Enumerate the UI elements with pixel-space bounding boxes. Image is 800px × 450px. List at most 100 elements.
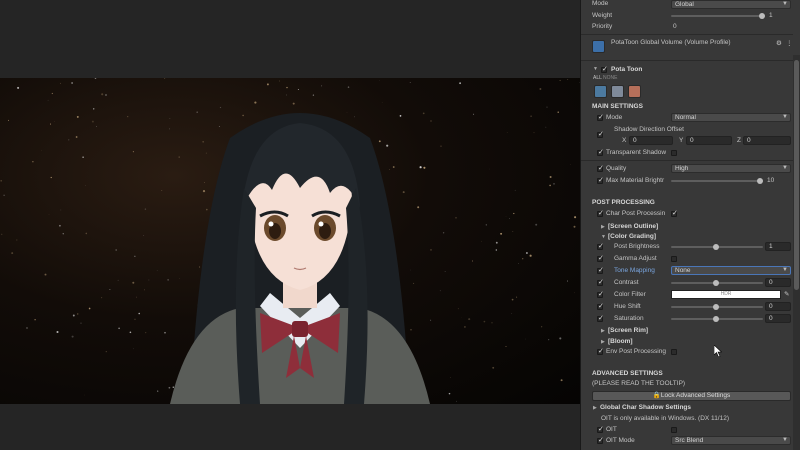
transparent-shadow-override-checkbox[interactable] [597, 148, 604, 156]
quality-override-checkbox[interactable] [597, 164, 604, 172]
star [511, 313, 513, 314]
main-mode-dropdown[interactable]: Normal ▼ [671, 113, 791, 122]
foldout-arrow-icon[interactable]: ▶ [601, 339, 605, 345]
quality-dropdown[interactable]: High ▼ [671, 164, 791, 173]
star [533, 132, 535, 134]
shadow-direction-label: Shadow Direction Offset [614, 126, 684, 133]
shadow-offset-override-checkbox[interactable] [597, 130, 604, 138]
star [509, 217, 510, 219]
max-brightness-value[interactable]: 10 [767, 177, 774, 184]
saturation-slider-handle[interactable] [713, 316, 719, 322]
image-icon[interactable] [611, 85, 624, 98]
game-letterbox-bottom [0, 404, 580, 450]
character-icon[interactable] [594, 85, 607, 98]
foldout-arrow-icon[interactable]: ▼ [601, 234, 606, 240]
star [109, 289, 111, 290]
ellipsis-icon[interactable]: ⋮ [786, 39, 793, 47]
eyedropper-icon[interactable]: ✎ [784, 290, 789, 298]
weight-slider-track[interactable] [671, 15, 763, 17]
transparent-shadow-checkbox[interactable] [671, 150, 677, 156]
weight-value[interactable]: 1 [769, 12, 773, 19]
contrast-value[interactable]: 0 [765, 278, 791, 287]
contrast-override-checkbox[interactable] [597, 278, 604, 286]
oit-mode-override-checkbox[interactable] [597, 436, 604, 444]
shadow-settings-foldout[interactable]: Global Char Shadow Settings [600, 404, 691, 411]
inspector-scrollbar-thumb[interactable] [794, 60, 799, 290]
screen-rim-foldout[interactable]: [Screen Rim] [608, 327, 648, 334]
z-field[interactable]: 0 [743, 136, 791, 145]
contrast-slider-handle[interactable] [713, 280, 719, 286]
oit-mode-dropdown[interactable]: Src Blend ▼ [671, 436, 791, 445]
foldout-arrow-icon[interactable]: ▶ [601, 328, 605, 334]
volume-mode-dropdown[interactable]: Global ▼ [671, 0, 791, 9]
post-brightness-override-checkbox[interactable] [597, 242, 604, 250]
settings-icon[interactable]: ⚙ [776, 39, 782, 47]
tone-mapping-label: Tone Mapping [614, 267, 655, 274]
tab-all[interactable]: ALL [593, 75, 602, 81]
color-filter-swatch[interactable]: HDR [671, 290, 781, 299]
hue-shift-override-checkbox[interactable] [597, 302, 604, 310]
max-brightness-slider-track[interactable] [671, 180, 763, 182]
star [492, 366, 495, 369]
saturation-override-checkbox[interactable] [597, 314, 604, 322]
main-settings-header: MAIN SETTINGS [592, 103, 643, 110]
star [574, 292, 575, 294]
max-brightness-slider-handle[interactable] [757, 178, 763, 184]
hue-shift-slider-handle[interactable] [713, 304, 719, 310]
char-post-checkbox[interactable] [671, 209, 678, 217]
screen-outline-foldout[interactable]: [Screen Outline] [608, 223, 658, 230]
star [553, 183, 555, 185]
mode-label: Mode [592, 0, 609, 7]
oit-checkbox[interactable] [671, 427, 677, 433]
inspector-panel: Mode Global ▼ Weight 1 Priority 0 PotaTo… [580, 0, 800, 450]
gamma-checkbox[interactable] [671, 256, 677, 262]
profile-object-field[interactable]: PotaToon Global Volume (Volume Profile) [611, 39, 731, 46]
star [76, 313, 79, 315]
chevron-down-icon: ▼ [782, 114, 788, 120]
star [68, 139, 70, 141]
sphere-icon[interactable] [628, 85, 641, 98]
star [567, 79, 569, 80]
x-field[interactable]: 0 [629, 136, 673, 145]
foldout-arrow-icon[interactable]: ▼ [593, 66, 598, 72]
gamma-override-checkbox[interactable] [597, 254, 604, 262]
star [546, 106, 548, 108]
foldout-arrow-icon[interactable]: ▶ [601, 224, 605, 230]
main-mode-label: Mode [606, 114, 623, 121]
max-brightness-override-checkbox[interactable] [597, 176, 604, 184]
post-brightness-label: Post Brightness [614, 243, 660, 250]
lock-advanced-button[interactable]: 🔒Lock Advanced Settings [592, 391, 791, 401]
chevron-down-icon: ▼ [782, 267, 788, 273]
post-brightness-value[interactable]: 1 [765, 242, 791, 251]
star [26, 327, 28, 329]
weight-slider-handle[interactable] [759, 13, 765, 19]
star [71, 82, 74, 84]
lock-icon: 🔒 [652, 392, 661, 399]
star [522, 258, 524, 260]
env-post-checkbox[interactable] [671, 349, 677, 355]
foldout-arrow-icon[interactable]: ▶ [593, 405, 597, 411]
tone-mapping-dropdown[interactable]: None ▼ [671, 266, 791, 275]
star [513, 212, 515, 215]
main-mode-override-checkbox[interactable] [597, 113, 604, 121]
star [138, 312, 140, 315]
star [148, 279, 150, 281]
component-enabled-checkbox[interactable] [601, 65, 608, 73]
color-grading-foldout[interactable]: [Color Grading] [608, 233, 656, 240]
color-filter-override-checkbox[interactable] [597, 290, 604, 298]
hue-shift-value[interactable]: 0 [765, 302, 791, 311]
tone-mapping-override-checkbox[interactable] [597, 266, 604, 274]
oit-mode-label: OIT Mode [606, 437, 635, 444]
bloom-foldout[interactable]: [Bloom] [608, 338, 633, 345]
star [567, 280, 568, 282]
tab-none[interactable]: NONE [603, 75, 617, 81]
game-viewport[interactable] [0, 78, 580, 404]
oit-override-checkbox[interactable] [597, 425, 604, 433]
post-brightness-slider-handle[interactable] [713, 244, 719, 250]
priority-value[interactable]: 0 [673, 23, 677, 30]
saturation-value[interactable]: 0 [765, 314, 791, 323]
y-field[interactable]: 0 [686, 136, 732, 145]
chevron-down-icon: ▼ [782, 165, 788, 171]
env-post-override-checkbox[interactable] [597, 347, 604, 355]
char-post-override-checkbox[interactable] [597, 209, 604, 217]
